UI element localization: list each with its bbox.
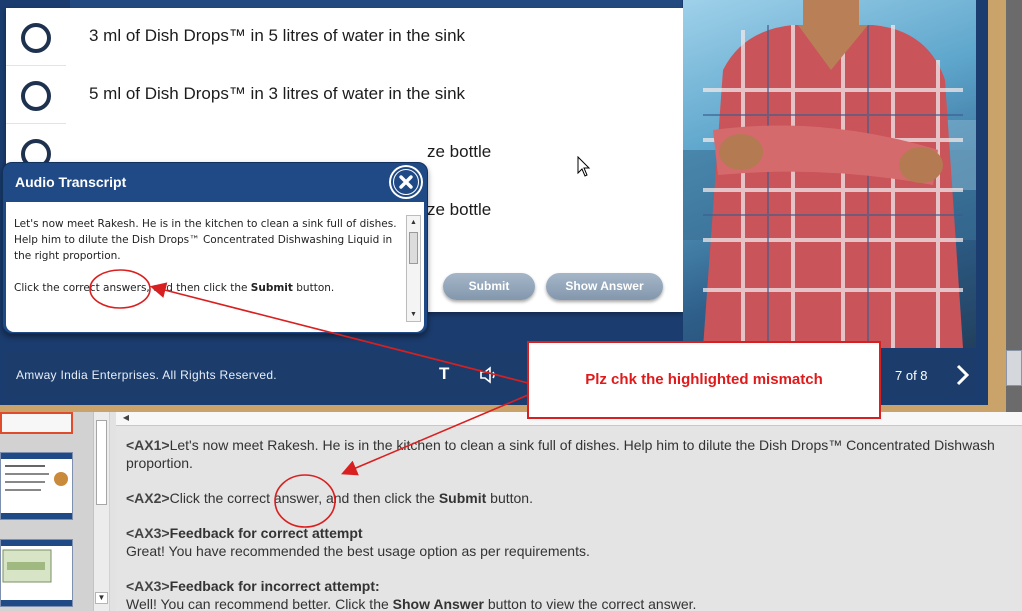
editor-area: ▼ ◀ <AX1>Let's now meet Rakesh. He is in…	[0, 412, 1022, 611]
character-photo	[683, 0, 976, 348]
radio-cell	[6, 66, 66, 124]
transcript-bold-segment: Submit	[250, 282, 293, 294]
thumbnail-scrollbar[interactable]: ▼	[93, 412, 109, 611]
notes-text-segment: Let's now meet Rakesh. He is in the kitc…	[169, 437, 995, 453]
slide-thumbnail[interactable]	[0, 412, 73, 434]
submit-button[interactable]: Submit	[443, 273, 535, 300]
notes-text[interactable]: <AX1>Let's now meet Rakesh. He is in the…	[126, 436, 1022, 611]
mouse-cursor-icon	[577, 155, 591, 183]
copyright-text: Amway India Enterprises. All Rights Rese…	[16, 368, 277, 382]
scroll-left-icon[interactable]: ◀	[120, 413, 132, 424]
next-slide-icon[interactable]	[954, 364, 970, 391]
answer-option-1[interactable]: 3 ml of Dish Drops™ in 5 litres of water…	[6, 8, 683, 66]
audio-transcript-panel: Audio Transcript Let's now meet Rakesh. …	[2, 162, 428, 334]
notes-bold-segment: Submit	[438, 490, 487, 506]
ax-tag: <AX3>	[126, 525, 170, 541]
notes-pane[interactable]: ◀ <AX1>Let's now meet Rakesh. He is in t…	[116, 412, 1022, 611]
ax-tag: <AX2>	[126, 490, 170, 506]
answer-option-label: ze bottle	[427, 200, 492, 219]
answer-option-label: ze bottle	[427, 142, 492, 161]
transcript-paragraph: Click the correct answers, and then clic…	[14, 280, 404, 296]
radio-button[interactable]	[21, 81, 51, 111]
notes-text-segment: Click the correct answer, and then click…	[169, 490, 439, 506]
transcript-scrollbar[interactable]: ▲ ▼	[406, 215, 421, 322]
slide-thumbnail[interactable]	[0, 539, 73, 607]
page-counter: 7 of 8	[895, 368, 928, 383]
transcript-text-segment: Click the correct answers, and then clic…	[14, 282, 251, 294]
slide-top-strip	[70, 0, 682, 8]
answer-option-label: 3 ml of Dish Drops™ in 5 litres of water…	[89, 26, 466, 45]
transcript-title: Audio Transcript	[15, 174, 127, 190]
notes-heading: Feedback for incorrect attempt:	[169, 578, 380, 594]
scroll-up-icon[interactable]: ▲	[408, 217, 419, 228]
notes-paragraph-ax2: <AX2>Click the correct answer, and then …	[126, 489, 1022, 507]
close-icon[interactable]	[391, 167, 421, 197]
callout-text: Plz chk the highlighted mismatch	[585, 371, 823, 388]
transcript-body: Let's now meet Rakesh. He is in the kitc…	[6, 202, 424, 332]
answer-option-label: 5 ml of Dish Drops™ in 3 litres of water…	[89, 84, 466, 103]
scrollbar-thumb[interactable]	[409, 232, 418, 264]
notes-bold-segment: Show Answer	[392, 596, 484, 611]
notes-text-segment: Great! You have recommended the best usa…	[126, 543, 590, 559]
review-callout-box: Plz chk the highlighted mismatch	[527, 341, 881, 419]
notes-text-segment: proportion.	[126, 455, 193, 471]
notes-text-segment: button.	[486, 490, 533, 506]
notes-paragraph-ax3-correct: <AX3>Feedback for correct attempt Great!…	[126, 524, 1022, 560]
scroll-down-icon[interactable]: ▼	[95, 592, 108, 604]
radio-button[interactable]	[21, 23, 51, 53]
character-illustration	[683, 0, 976, 348]
radio-cell	[6, 8, 66, 66]
ax-tag: <AX1>	[126, 437, 170, 453]
show-answer-button[interactable]: Show Answer	[546, 273, 663, 300]
transcript-text-segment: button.	[292, 282, 335, 294]
notes-text-segment: Well! You can recommend better. Click th…	[126, 596, 393, 611]
answer-option-2[interactable]: 5 ml of Dish Drops™ in 3 litres of water…	[6, 66, 683, 124]
slide-thumbnail[interactable]	[0, 452, 73, 520]
ax-tag: <AX3>	[126, 578, 170, 594]
notes-paragraph-ax1: <AX1>Let's now meet Rakesh. He is in the…	[126, 436, 1022, 472]
volume-icon[interactable]	[479, 366, 499, 389]
notes-heading: Feedback for correct attempt	[169, 525, 363, 541]
edge-scroll-widget[interactable]	[1006, 350, 1022, 386]
notes-paragraph-ax3-incorrect: <AX3>Feedback for incorrect attempt: Wel…	[126, 577, 1022, 611]
transcript-text: Let's now meet Rakesh. He is in the kitc…	[14, 216, 404, 312]
notes-text-segment: button to view the correct answer.	[483, 596, 697, 611]
transcript-paragraph: Let's now meet Rakesh. He is in the kitc…	[14, 218, 397, 262]
scrollbar-thumb[interactable]	[96, 420, 107, 505]
transcript-toggle-button[interactable]: T	[439, 364, 449, 384]
slide-thumbnail-pane: ▼	[0, 412, 110, 611]
scroll-down-icon[interactable]: ▼	[408, 309, 419, 320]
